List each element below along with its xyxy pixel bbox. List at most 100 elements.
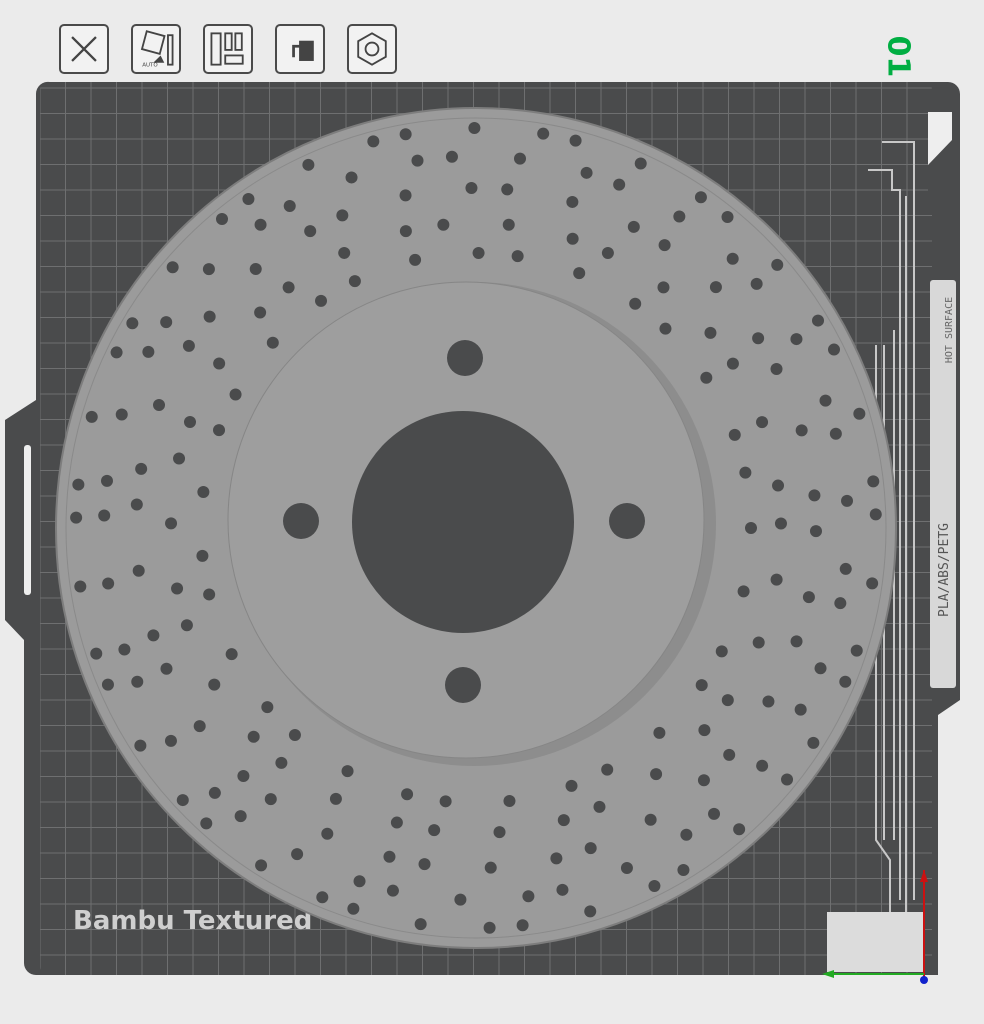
- drill-hole: [733, 823, 746, 836]
- drill-hole: [867, 475, 880, 488]
- drill-hole: [659, 322, 672, 335]
- drill-hole: [264, 793, 277, 806]
- drill-hole: [756, 759, 769, 772]
- drill-hole: [557, 814, 570, 827]
- drill-hole: [814, 662, 827, 675]
- drill-hole: [345, 171, 358, 184]
- plate-handle: [24, 445, 31, 595]
- drill-hole: [694, 191, 707, 204]
- drill-hole: [750, 277, 763, 290]
- drill-hole: [653, 726, 666, 739]
- drill-hole: [566, 232, 579, 245]
- drill-hole: [709, 281, 722, 294]
- drill-hole: [315, 294, 328, 307]
- drill-hole: [437, 218, 450, 231]
- drill-hole: [348, 275, 361, 288]
- drill-hole: [680, 828, 693, 841]
- drill-hole: [468, 122, 481, 135]
- drill-hole: [98, 509, 111, 522]
- drill-hole: [414, 918, 427, 931]
- drill-hole: [74, 580, 87, 593]
- drill-hole: [180, 619, 193, 632]
- drill-hole: [493, 826, 506, 839]
- drill-hole: [213, 424, 226, 437]
- drill-hole: [807, 736, 820, 749]
- drill-hole: [164, 734, 177, 747]
- drill-hole: [130, 498, 143, 511]
- drill-hole: [629, 297, 642, 310]
- drill-hole: [242, 193, 255, 206]
- drill-hole: [648, 879, 661, 892]
- drill-hole: [772, 479, 785, 492]
- drill-hole: [439, 795, 452, 808]
- drill-hole: [445, 150, 458, 163]
- z-axis: [920, 976, 928, 984]
- drill-hole: [569, 134, 582, 147]
- drill-hole: [774, 517, 787, 530]
- brake-disc-model[interactable]: [55, 107, 897, 949]
- drill-hole: [726, 357, 739, 370]
- plate-type-label: Bambu Textured: [73, 906, 312, 936]
- 3d-viewport[interactable]: HOT SURFACE PLA/ABS/PETG Bambu Textured: [0, 0, 984, 1024]
- drill-hole: [321, 827, 334, 840]
- drill-hole: [304, 225, 317, 238]
- drill-hole: [573, 267, 586, 280]
- drill-hole: [613, 178, 626, 191]
- drill-hole: [756, 416, 769, 429]
- drill-hole: [166, 261, 179, 274]
- drill-hole: [483, 921, 496, 934]
- drill-hole: [196, 549, 209, 562]
- drill-hole: [501, 183, 514, 196]
- drill-hole: [261, 701, 274, 714]
- drill-hole: [283, 199, 296, 212]
- drill-hole: [160, 662, 173, 675]
- drill-hole: [795, 424, 808, 437]
- drill-hole: [237, 769, 250, 782]
- drill-hole: [601, 246, 614, 259]
- drill-hole: [336, 209, 349, 222]
- drill-hole: [723, 748, 736, 761]
- drill-hole: [739, 466, 752, 479]
- drill-hole: [202, 263, 215, 276]
- drill-hole: [173, 452, 186, 465]
- drill-hole: [266, 336, 279, 349]
- drill-hole: [338, 246, 351, 259]
- drill-hole: [550, 852, 563, 865]
- drill-hole: [282, 281, 295, 294]
- drill-hole: [203, 588, 216, 601]
- drill-hole: [247, 730, 260, 743]
- drill-hole: [745, 522, 757, 534]
- drill-hole: [704, 326, 717, 339]
- drill-hole: [673, 210, 686, 223]
- drill-hole: [275, 756, 288, 769]
- drill-hole: [634, 157, 647, 170]
- drill-hole: [118, 643, 131, 656]
- drill-hole: [566, 195, 579, 208]
- drill-hole: [802, 591, 815, 604]
- drill-hole: [728, 428, 741, 441]
- drill-hole: [302, 158, 315, 171]
- drill-hole: [165, 517, 178, 530]
- drill-hole: [390, 816, 403, 829]
- drill-hole: [454, 893, 467, 906]
- drill-hole: [593, 800, 606, 813]
- drill-hole: [850, 644, 863, 657]
- drill-hole: [110, 346, 123, 359]
- drill-hole: [255, 859, 268, 872]
- drill-hole: [399, 189, 412, 202]
- drill-hole: [229, 388, 242, 401]
- drill-hole: [101, 678, 114, 691]
- drill-hole: [516, 919, 529, 932]
- drill-hole: [208, 786, 221, 799]
- drill-hole: [132, 564, 145, 577]
- drill-hole: [839, 675, 852, 688]
- drill-hole: [411, 154, 424, 167]
- drill-hole: [869, 508, 882, 521]
- drill-hole: [465, 182, 478, 195]
- drill-hole: [386, 884, 399, 897]
- drill-hole: [142, 345, 155, 358]
- drill-hole: [502, 218, 515, 231]
- drill-hole: [147, 629, 160, 642]
- drill-hole: [601, 763, 614, 776]
- drill-hole: [650, 768, 663, 781]
